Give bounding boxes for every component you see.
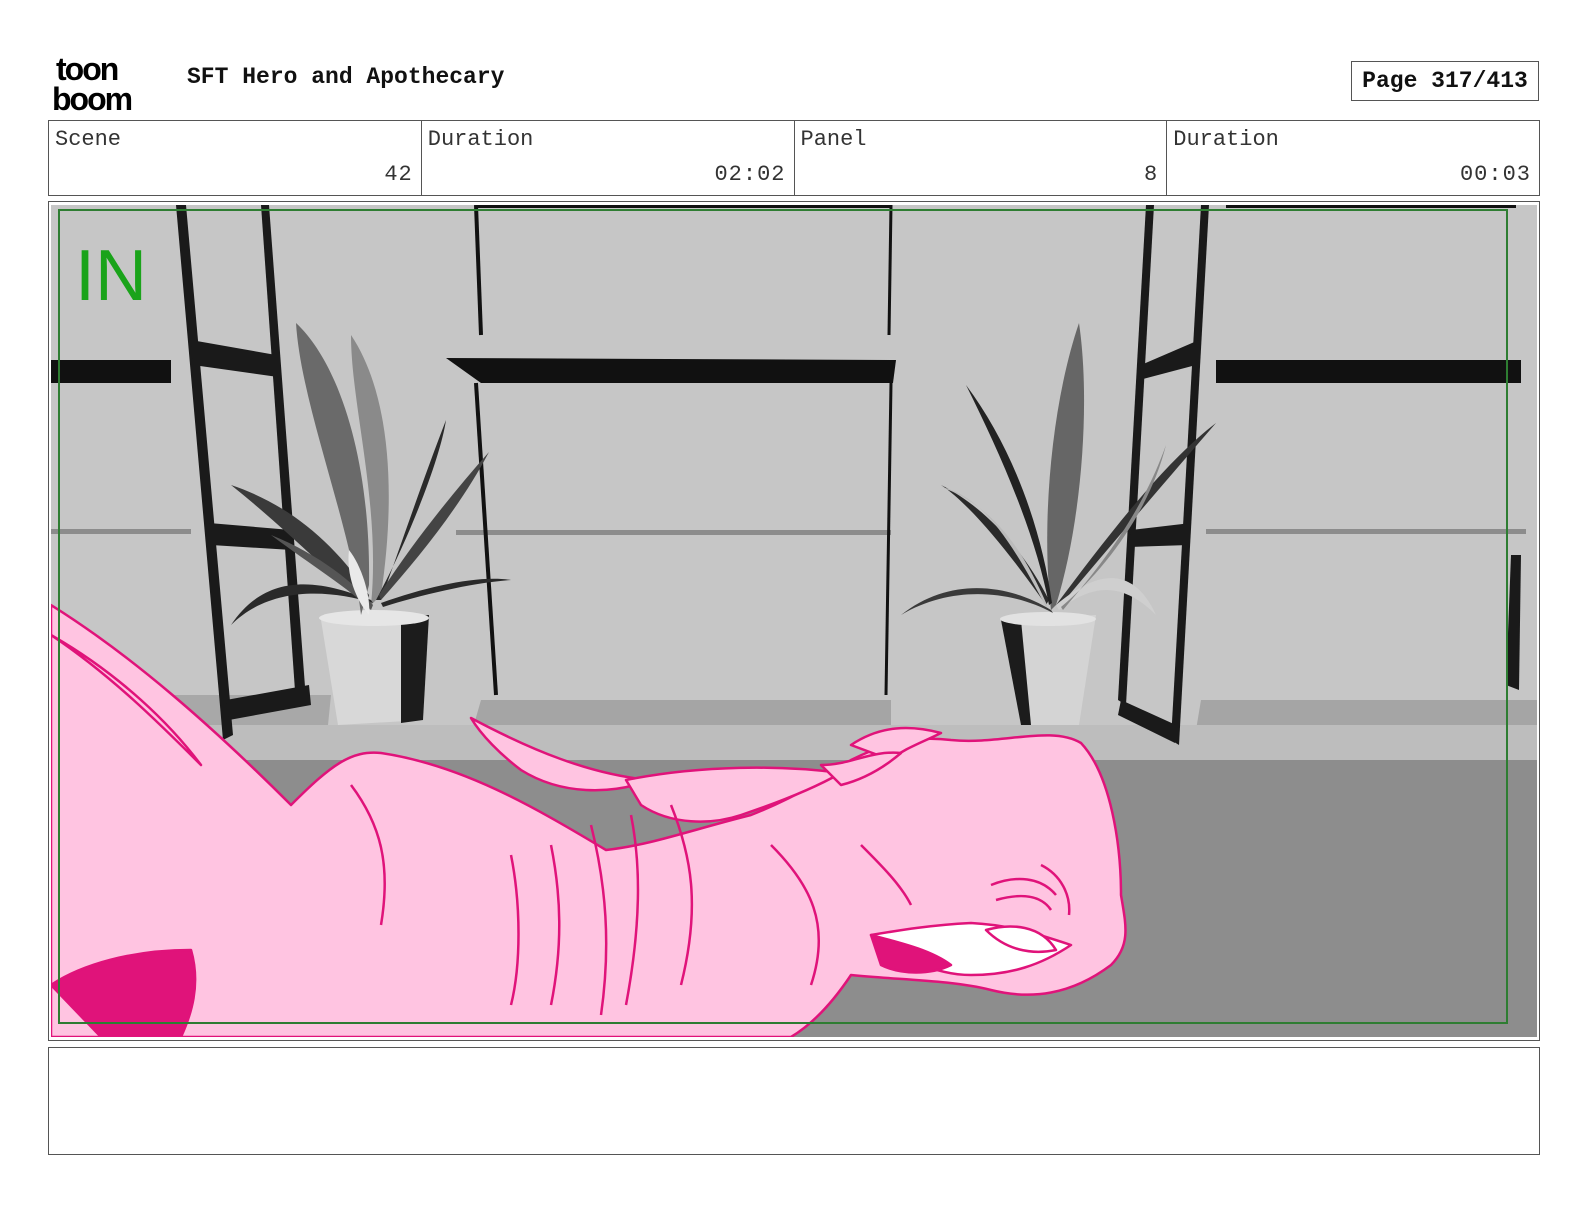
panel-notes-box[interactable]: [48, 1047, 1540, 1155]
scene-duration-label: Duration: [427, 127, 534, 152]
top-shelf-left: [51, 360, 171, 383]
scene-duration-cell: Duration 02:02: [420, 121, 794, 195]
panel-artwork: IN: [51, 205, 1537, 1037]
mid-shelf-left: [51, 529, 191, 534]
mid-shelf-right: [1206, 529, 1526, 534]
panel-value: 8: [1144, 162, 1159, 187]
toonboom-logo: toon boom: [52, 52, 134, 112]
scene-duration-value: 02:02: [714, 162, 786, 187]
panel-duration-value: 00:03: [1459, 162, 1531, 187]
panel-cell: Panel 8: [793, 121, 1167, 195]
wall-divider-3: [887, 205, 893, 336]
panel-info-row: Scene 42 Duration 02:02 Panel 8 Duration…: [48, 120, 1540, 196]
panel-label: Panel: [800, 127, 867, 152]
page-indicator: Page 317/413: [1351, 61, 1539, 101]
scene-label: Scene: [55, 127, 122, 152]
top-edge-mid: [476, 205, 891, 208]
scene-cell: Scene 42: [49, 121, 421, 195]
panel-image-frame: IN: [48, 201, 1540, 1041]
top-shelf-mid: [446, 358, 896, 383]
logo-text-bottom: boom: [52, 81, 132, 112]
page-label: Page 317/413: [1362, 68, 1528, 94]
top-edge-right: [1226, 205, 1516, 208]
mid-shelf-mid: [456, 530, 891, 535]
top-shelf-right: [1216, 360, 1521, 383]
storyboard-title: SFT Hero and Apothecary: [187, 64, 505, 90]
panel-duration-cell: Duration 00:03: [1166, 121, 1539, 195]
in-transition-label: IN: [75, 236, 147, 316]
baseboard-strip: [51, 725, 1537, 760]
scene-value: 42: [384, 162, 413, 187]
panel-duration-label: Duration: [1173, 127, 1279, 152]
